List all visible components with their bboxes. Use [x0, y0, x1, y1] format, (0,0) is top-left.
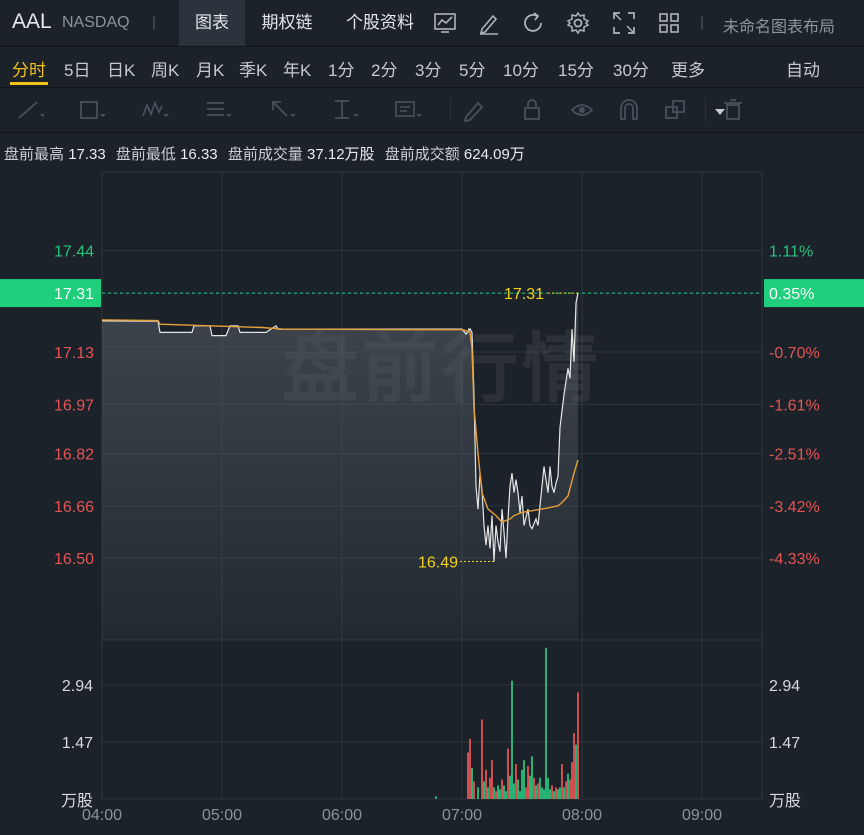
volume-bar — [539, 777, 541, 799]
volume-bar — [523, 760, 525, 799]
current-price-value: 17.31 — [54, 286, 94, 303]
volume-bar — [553, 791, 555, 799]
percent-tick-label: -1.61% — [769, 397, 820, 414]
volume-bar — [543, 789, 545, 799]
volume-bar — [489, 777, 491, 799]
volume-bar — [575, 744, 577, 799]
volume-bar — [533, 777, 535, 799]
max-price-label: 17.31 — [504, 286, 544, 303]
current-pct-value: 0.35% — [769, 286, 814, 303]
volume-bar — [495, 791, 497, 799]
volume-bar — [467, 752, 469, 799]
volume-bar — [521, 769, 523, 799]
volume-bar — [481, 719, 483, 799]
time-tick-label: 06:00 — [322, 807, 362, 824]
volume-bar — [529, 775, 531, 799]
volume-bar — [487, 787, 489, 799]
volume-bar — [485, 769, 487, 799]
percent-tick-label: 1.11% — [769, 244, 813, 261]
volume-bar — [557, 789, 559, 799]
price-tick-label: 17.44 — [54, 244, 94, 261]
price-tick-label: 16.97 — [54, 397, 94, 414]
volume-bar — [517, 779, 519, 799]
percent-tick-label: -0.70% — [769, 345, 820, 362]
min-price-label: 16.49 — [418, 554, 458, 571]
volume-bar — [473, 781, 475, 799]
volume-bar — [477, 787, 479, 799]
volume-bar — [565, 781, 567, 799]
volume-bar — [469, 738, 471, 799]
price-tick-label: 16.66 — [54, 499, 94, 516]
volume-bar — [559, 787, 561, 799]
time-tick-label: 05:00 — [202, 807, 242, 824]
volume-bar — [563, 787, 565, 799]
volume-bar — [571, 762, 573, 799]
price-tick-label: 16.82 — [54, 446, 94, 463]
price-tick-label: 17.13 — [54, 345, 94, 362]
volume-bar — [573, 733, 575, 799]
volume-bar — [545, 647, 547, 799]
volume-bar — [501, 779, 503, 799]
volume-bar — [499, 789, 501, 799]
volume-bar — [567, 773, 569, 799]
percent-tick-label: -4.33% — [769, 551, 820, 568]
volume-bar — [509, 775, 511, 799]
percent-tick-label: -2.51% — [769, 446, 820, 463]
time-tick-label: 08:00 — [562, 807, 602, 824]
volume-tick-label-right: 2.94 — [769, 678, 800, 695]
volume-tick-label: 1.47 — [62, 735, 93, 752]
volume-bar — [537, 783, 539, 799]
volume-bar — [513, 783, 515, 799]
volume-bar — [493, 787, 495, 799]
volume-bar — [491, 760, 493, 799]
percent-tick-label: -3.42% — [769, 499, 820, 516]
volume-bar — [577, 692, 579, 799]
volume-bar — [555, 787, 557, 799]
volume-bar — [471, 768, 473, 799]
time-tick-label: 07:00 — [442, 807, 482, 824]
volume-bar — [551, 785, 553, 799]
volume-bar — [507, 748, 509, 799]
time-tick-label: 04:00 — [82, 807, 122, 824]
volume-tick-label-right: 1.47 — [769, 735, 800, 752]
volume-bar — [435, 796, 437, 799]
volume-bar — [519, 791, 521, 799]
volume-bar — [525, 787, 527, 799]
volume-bar — [547, 777, 549, 799]
intraday-chart[interactable]: 盘前行情17.3116.4917.4417.1316.9716.8216.661… — [0, 0, 864, 835]
volume-unit-label-right: 万股 — [769, 792, 801, 810]
volume-bar — [549, 789, 551, 799]
time-tick-label: 09:00 — [682, 807, 722, 824]
volume-bar — [503, 785, 505, 799]
volume-tick-label: 2.94 — [62, 678, 93, 695]
volume-bar — [483, 781, 485, 799]
price-tick-label: 16.50 — [54, 551, 94, 568]
volume-bar — [561, 764, 563, 799]
volume-bar — [505, 791, 507, 799]
volume-bar — [515, 764, 517, 799]
volume-bar — [541, 787, 543, 799]
volume-bar — [531, 756, 533, 799]
volume-bar — [511, 680, 513, 799]
volume-bar — [527, 766, 529, 799]
volume-bar — [497, 785, 499, 799]
volume-bar — [569, 779, 571, 799]
volume-bar — [535, 785, 537, 799]
